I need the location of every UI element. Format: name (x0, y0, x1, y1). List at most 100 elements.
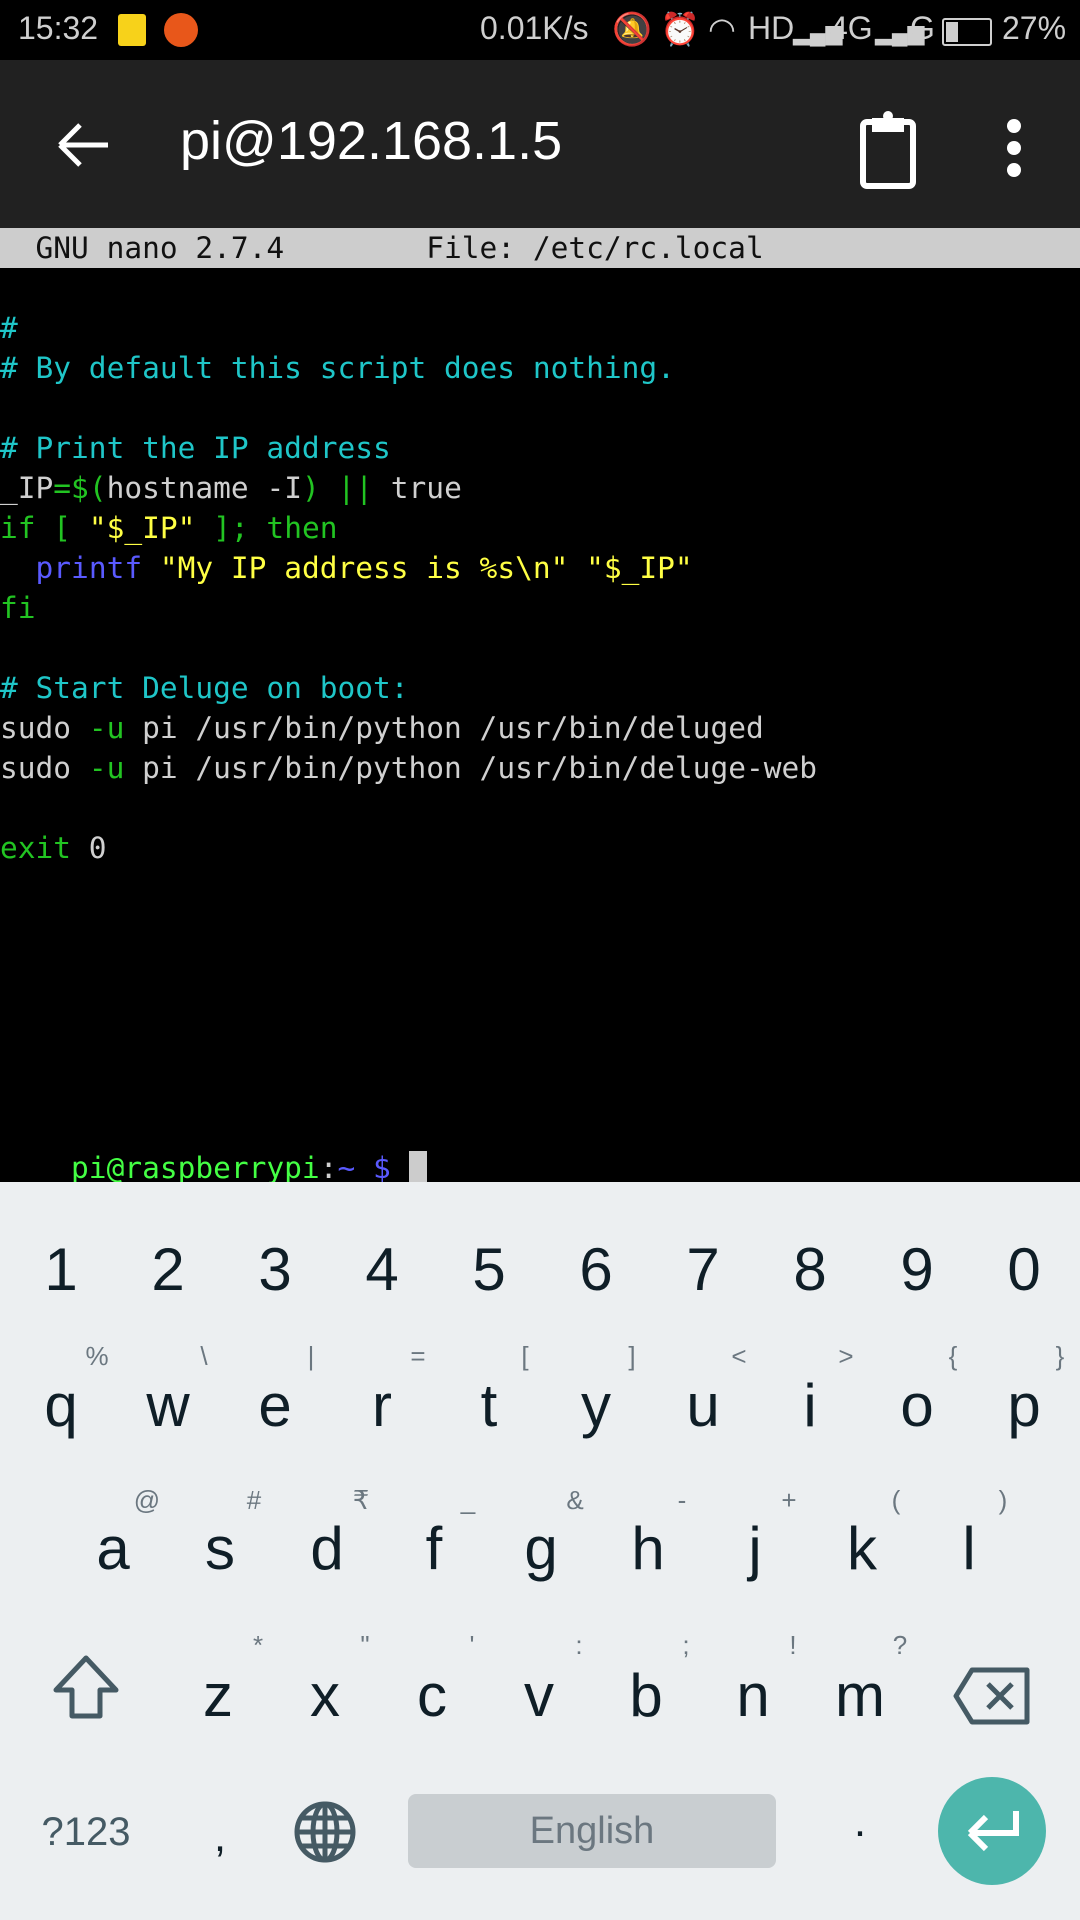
key-x[interactable]: x (310, 1666, 340, 1726)
page-title: pi@192.168.1.5 (180, 111, 563, 171)
status-time: 15:32 (18, 10, 99, 46)
key-a[interactable]: a (96, 1519, 129, 1579)
code-token: _IP (0, 471, 54, 505)
key-hint: { (948, 1341, 958, 1371)
hd-label: HD (748, 10, 795, 46)
terminal-line: sudo -u pi /usr/bin/python /usr/bin/delu… (0, 708, 764, 748)
key-hint: ; (682, 1630, 690, 1660)
code-token: # By default this script does nothing. (0, 351, 675, 385)
shift-icon[interactable] (52, 1654, 120, 1720)
enter-icon (967, 1811, 1019, 1852)
code-token: # Print the IP address (0, 431, 391, 465)
more-vert-icon[interactable] (1000, 116, 1028, 180)
code-token: hostname -I (106, 471, 302, 505)
code-token: ) || (301, 471, 391, 505)
nano-header: GNU nano 2.7.4 File: /etc/rc.local (0, 228, 1080, 268)
period-key[interactable]: . (854, 1800, 866, 1844)
code-token: pi /usr/bin/python /usr/bin/deluged (124, 711, 764, 745)
key-u[interactable]: u (686, 1376, 719, 1436)
key-9[interactable]: 9 (900, 1240, 933, 1300)
key-d[interactable]: d (310, 1519, 343, 1579)
key-hint: ' (469, 1630, 475, 1660)
key-hint: ] (628, 1341, 636, 1371)
comma-key[interactable]: , (214, 1815, 226, 1859)
terminal-line: # Start Deluge on boot: (0, 668, 409, 708)
key-3[interactable]: 3 (258, 1240, 291, 1300)
key-b[interactable]: b (629, 1666, 662, 1726)
key-l[interactable]: l (962, 1519, 975, 1579)
key-t[interactable]: t (481, 1376, 498, 1436)
globe-icon[interactable] (293, 1800, 357, 1864)
network-g: G (910, 10, 935, 46)
key-5[interactable]: 5 (472, 1240, 505, 1300)
terminal-line: _IP=$(hostname -I) || true (0, 468, 462, 508)
code-token: true (390, 471, 462, 505)
key-hint: ( (891, 1485, 901, 1515)
key-hint: " (360, 1630, 370, 1660)
terminal-line: sudo -u pi /usr/bin/python /usr/bin/delu… (0, 748, 817, 788)
key-y[interactable]: y (581, 1376, 611, 1436)
key-w[interactable]: w (146, 1376, 189, 1436)
key-hint: * (252, 1630, 264, 1660)
prompt-colon: : (319, 1151, 338, 1185)
key-s[interactable]: s (205, 1519, 235, 1579)
key-hint: > (838, 1341, 854, 1371)
key-m[interactable]: m (835, 1666, 885, 1726)
key-2[interactable]: 2 (151, 1240, 184, 1300)
key-j[interactable]: j (748, 1519, 761, 1579)
code-token: exit (0, 831, 72, 865)
key-hint: ₹ (352, 1485, 370, 1515)
soft-keyboard: ?123 , English . 1 2 3 4 5 6 7 8 9 0 q w e r t y u i o p% \ |… (0, 1182, 1080, 1920)
code-token: fi (0, 591, 36, 625)
key-g[interactable]: g (524, 1519, 557, 1579)
key-z[interactable]: z (203, 1666, 233, 1726)
prompt-symbol: $ (355, 1151, 409, 1185)
key-0[interactable]: 0 (1007, 1240, 1040, 1300)
key-e[interactable]: e (258, 1376, 291, 1436)
code-token: pi /usr/bin/python /usr/bin/deluge-web (124, 751, 818, 785)
clipboard-icon[interactable] (858, 110, 918, 190)
wifi-icon: ◠ (708, 11, 736, 47)
key-7[interactable]: 7 (686, 1240, 719, 1300)
space-bar[interactable]: English (408, 1794, 776, 1868)
back-arrow-icon[interactable] (56, 122, 110, 168)
key-f[interactable]: f (426, 1519, 443, 1579)
terminal-line: fi (0, 588, 36, 628)
key-4[interactable]: 4 (365, 1240, 398, 1300)
symbols-key[interactable]: ?123 (42, 1812, 131, 1852)
key-o[interactable]: o (900, 1376, 933, 1436)
key-6[interactable]: 6 (579, 1240, 612, 1300)
backspace-icon[interactable] (952, 1666, 1032, 1726)
terminal-line: exit 0 (0, 828, 107, 868)
key-hint: # (246, 1485, 262, 1515)
enter-button[interactable] (938, 1777, 1046, 1885)
key-hint: & (566, 1485, 584, 1515)
key-v[interactable]: v (524, 1666, 554, 1726)
key-hint: | (307, 1341, 315, 1371)
key-hint: } (1055, 1341, 1065, 1371)
code-token: -u (88, 751, 125, 785)
terminal-line: if [ "$_IP" ]; then (0, 508, 337, 548)
terminal[interactable]: GNU nano 2.7.4 File: /etc/rc.local # # By… (0, 228, 1080, 1189)
key-hint: _ (460, 1485, 476, 1515)
key-n[interactable]: n (736, 1666, 769, 1726)
key-1[interactable]: 1 (44, 1240, 77, 1300)
key-hint: @ (133, 1485, 161, 1515)
battery-percent: 27% (1002, 10, 1067, 46)
key-8[interactable]: 8 (793, 1240, 826, 1300)
code-token: 0 (71, 831, 107, 865)
key-k[interactable]: k (847, 1519, 877, 1579)
prompt-path: ~ (337, 1151, 356, 1185)
key-c[interactable]: c (417, 1666, 447, 1726)
key-p[interactable]: p (1007, 1376, 1040, 1436)
key-hint: - (677, 1485, 687, 1515)
key-hint: ? (892, 1630, 908, 1660)
code-token: ]; then (195, 511, 338, 545)
key-i[interactable]: i (803, 1376, 816, 1436)
screen-rotate-notification-icon (164, 13, 198, 47)
key-r[interactable]: r (372, 1376, 392, 1436)
key-h[interactable]: h (631, 1519, 664, 1579)
key-q[interactable]: q (44, 1376, 77, 1436)
key-hint: = (410, 1341, 426, 1371)
key-hint: : (575, 1630, 583, 1660)
